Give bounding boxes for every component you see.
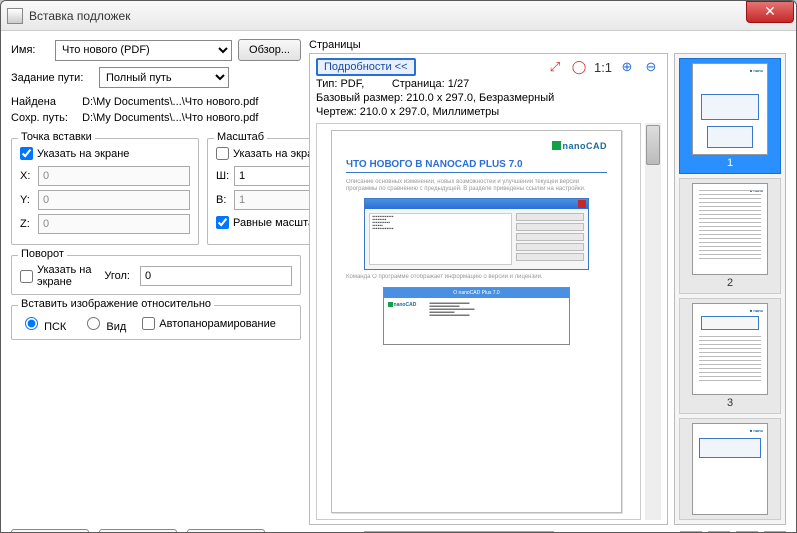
radio-ucs-input[interactable] bbox=[25, 317, 38, 330]
dialog-body: Имя: Что нового (PDF) Обзор... Задание п… bbox=[1, 31, 796, 533]
doc-title: ЧТО НОВОГО В NANOCAD PLUS 7.0 bbox=[346, 159, 607, 170]
equal-scale-checkbox[interactable] bbox=[216, 216, 229, 229]
z-label: Z: bbox=[20, 218, 34, 230]
zoom-in-icon[interactable]: ⊕ bbox=[617, 58, 637, 76]
thumb-1-caption: 1 bbox=[727, 157, 733, 169]
x-label: X: bbox=[20, 170, 34, 182]
doc-page: nanoCAD ЧТО НОВОГО В NANOCAD PLUS 7.0 Оп… bbox=[331, 130, 622, 513]
radio-view-input[interactable] bbox=[87, 317, 100, 330]
h-label: В: bbox=[216, 194, 230, 206]
radio-view[interactable]: Вид bbox=[82, 314, 126, 333]
dialog-buttons: OK Отмена Справка bbox=[11, 529, 301, 533]
zoom-extents-icon[interactable]: ⤢ bbox=[545, 58, 565, 76]
y-input[interactable] bbox=[38, 190, 190, 210]
cancel-button[interactable]: Отмена bbox=[99, 529, 177, 533]
thumb-4[interactable]: ■ nano bbox=[679, 418, 781, 520]
autopan-label: Автопанорамирование bbox=[159, 318, 276, 330]
mini-dialog-1: ▪▪▪▪▪▪▪▪▪▪▪▪▪▪▪▪▪▪▪▪▪▪▪▪▪▪▪▪▪▪▪▪▪▪▪▪▪▪▪▪… bbox=[364, 198, 588, 270]
info-base-size: Базовый размер: 210.0 x 297.0, Безразмер… bbox=[316, 92, 554, 104]
thumb-1[interactable]: ■ nano 1 bbox=[679, 58, 781, 174]
scrollbar-thumb[interactable] bbox=[646, 125, 660, 165]
found-line: Найдена D:\My Documents\...\Что нового.p… bbox=[11, 96, 301, 108]
insert-onscreen-label: Указать на экране bbox=[37, 148, 129, 160]
scale-onscreen-checkbox[interactable] bbox=[216, 147, 229, 160]
doc-paragraph: Описание основных изменений, новых возмо… bbox=[346, 179, 607, 192]
legend-insert-point: Точка вставки bbox=[18, 131, 95, 143]
thumb-3[interactable]: ■ nano 3 bbox=[679, 298, 781, 414]
preview-area: Подробности << ⤢ ◯ 1:1 ⊕ ⊖ Тип: PDF, Стр… bbox=[309, 53, 668, 525]
help-button[interactable]: Справка bbox=[187, 529, 265, 533]
thumb-2-caption: 2 bbox=[727, 277, 733, 289]
dialog-window: Вставка подложек ✕ Имя: Что нового (PDF)… bbox=[0, 0, 797, 533]
details-button[interactable]: Подробности << bbox=[316, 58, 416, 76]
z-input[interactable] bbox=[38, 214, 190, 234]
info-type: Тип: PDF, bbox=[316, 78, 364, 90]
thumbnail-strip: ■ nano 1 ■ nano 2 bbox=[674, 53, 786, 525]
path-mode-select[interactable]: Полный путь bbox=[99, 67, 229, 88]
thumb-3-caption: 3 bbox=[727, 397, 733, 409]
preview-main[interactable]: nanoCAD ЧТО НОВОГО В NANOCAD PLUS 7.0 Оп… bbox=[316, 123, 641, 520]
mini-dialog-2: О nanoCAD Plus 7.0 nanoCAD ▬▬▬▬▬▬▬▬▬▬▬▬▬… bbox=[383, 287, 571, 345]
close-icon: ✕ bbox=[764, 3, 776, 20]
preview-toolbar: Подробности << ⤢ ◯ 1:1 ⊕ ⊖ bbox=[316, 58, 661, 76]
titlebar: Вставка подложек ✕ bbox=[1, 1, 796, 31]
name-label: Имя: bbox=[11, 44, 49, 56]
group-insert-point: Точка вставки Указать на экране X: Y: bbox=[11, 138, 199, 245]
path-mode-label: Задание пути: bbox=[11, 72, 93, 84]
radio-ucs[interactable]: ПСК bbox=[20, 314, 66, 333]
group-relative: Вставить изображение относительно ПСК Ви… bbox=[11, 305, 301, 340]
app-icon bbox=[7, 8, 23, 24]
angle-label: Угол: bbox=[104, 270, 130, 282]
window-title: Вставка подложек bbox=[29, 9, 746, 23]
autopan-check[interactable]: Автопанорамирование bbox=[142, 317, 276, 330]
right-panel: Страницы Подробности << ⤢ ◯ 1:1 ⊕ ⊖ bbox=[309, 39, 786, 533]
ok-button[interactable]: OK bbox=[11, 529, 89, 533]
radio-view-label: Вид bbox=[106, 321, 126, 333]
found-label: Найдена bbox=[11, 96, 79, 108]
zoom-window-icon[interactable]: ◯ bbox=[569, 58, 589, 76]
rotation-onscreen-label: Указать на экране bbox=[37, 264, 94, 288]
legend-scale: Масштаб bbox=[214, 131, 267, 143]
browse-button[interactable]: Обзор... bbox=[238, 39, 301, 61]
y-label: Y: bbox=[20, 194, 34, 206]
autopan-checkbox[interactable] bbox=[142, 317, 155, 330]
close-button[interactable]: ✕ bbox=[746, 1, 794, 23]
name-select[interactable]: Что нового (PDF) bbox=[55, 40, 232, 61]
angle-input[interactable] bbox=[140, 266, 292, 286]
save-path-label: Сохр. путь: bbox=[11, 112, 79, 124]
pages-header: Страницы bbox=[309, 39, 786, 51]
zoom-1to1-icon[interactable]: 1:1 bbox=[593, 58, 613, 76]
x-input[interactable] bbox=[38, 166, 190, 186]
nanocad-logo: nanoCAD bbox=[346, 141, 607, 151]
page-info: Тип: PDF, Страница: 1/27 Базовый размер:… bbox=[316, 78, 661, 119]
doc-paragraph-2: Команда О программе отображает информаци… bbox=[346, 274, 607, 281]
insert-onscreen-checkbox[interactable] bbox=[20, 147, 33, 160]
left-panel: Имя: Что нового (PDF) Обзор... Задание п… bbox=[11, 39, 301, 533]
info-page: Страница: 1/27 bbox=[392, 78, 469, 90]
w-label: Ш: bbox=[216, 170, 230, 182]
zoom-out-icon[interactable]: ⊖ bbox=[641, 58, 661, 76]
info-drawing: Чертеж: 210.0 x 297.0, Миллиметры bbox=[316, 106, 499, 118]
legend-relative: Вставить изображение относительно bbox=[18, 298, 214, 310]
legend-rotation: Поворот bbox=[18, 248, 67, 260]
preview-scrollbar[interactable] bbox=[645, 123, 661, 520]
group-rotation: Поворот Указать на экране Угол: bbox=[11, 255, 301, 295]
thumb-2[interactable]: ■ nano 2 bbox=[679, 178, 781, 294]
save-path-value: D:\My Documents\...\Что нового.pdf bbox=[82, 112, 258, 124]
found-path: D:\My Documents\...\Что нового.pdf bbox=[82, 96, 258, 108]
rotation-onscreen-checkbox[interactable] bbox=[20, 270, 33, 283]
save-path-line: Сохр. путь: D:\My Documents\...\Что ново… bbox=[11, 112, 301, 124]
radio-ucs-label: ПСК bbox=[44, 321, 66, 333]
